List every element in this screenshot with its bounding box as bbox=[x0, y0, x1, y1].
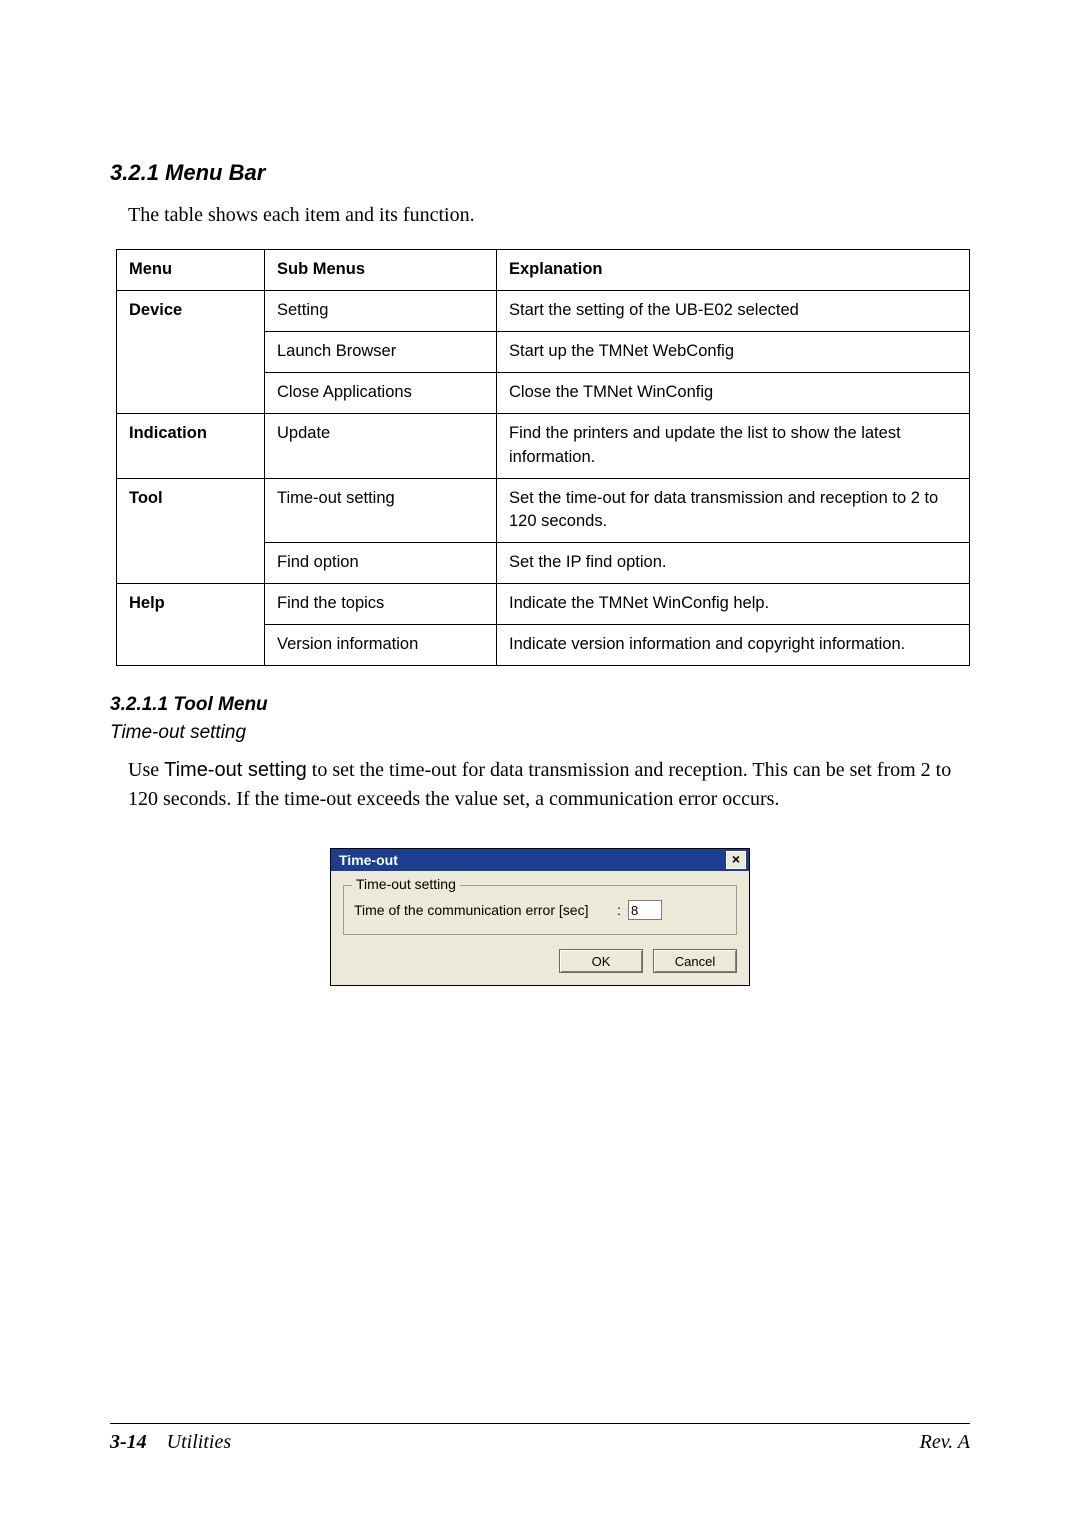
footer-section: Utilities bbox=[167, 1431, 231, 1453]
cell-menu: Tool bbox=[117, 478, 265, 584]
section-heading: 3.2.1 Menu Bar bbox=[110, 160, 970, 186]
cell-exp: Indicate the TMNet WinConfig help. bbox=[497, 584, 970, 625]
dialog-body: Time-out setting Time of the communicati… bbox=[331, 871, 749, 985]
fieldset-legend: Time-out setting bbox=[352, 876, 460, 892]
subsection-heading: 3.2.1.1 Tool Menu bbox=[110, 694, 970, 716]
menu-bar-table: Menu Sub Menus Explanation Device Settin… bbox=[116, 249, 970, 666]
footer-page-number: 3-14 bbox=[110, 1431, 147, 1453]
th-exp: Explanation bbox=[497, 250, 970, 291]
field-label: Time of the communication error [sec] bbox=[354, 902, 610, 918]
table-row: Help Find the topics Indicate the TMNet … bbox=[117, 584, 970, 625]
dialog-titlebar: Time-out × bbox=[331, 849, 749, 871]
timeout-fieldset: Time-out setting Time of the communicati… bbox=[343, 885, 737, 935]
cell-menu: Device bbox=[117, 290, 265, 413]
table-header-row: Menu Sub Menus Explanation bbox=[117, 250, 970, 291]
cell-sub: Find the topics bbox=[265, 584, 497, 625]
para-term: Time-out setting bbox=[164, 759, 307, 781]
timeout-dialog: Time-out × Time-out setting Time of the … bbox=[330, 848, 750, 986]
cell-exp: Close the TMNet WinConfig bbox=[497, 372, 970, 413]
th-sub: Sub Menus bbox=[265, 250, 497, 291]
timeout-input[interactable] bbox=[628, 900, 662, 920]
dialog-title: Time-out bbox=[339, 852, 398, 868]
cell-exp: Indicate version information and copyrig… bbox=[497, 625, 970, 666]
cell-sub: Setting bbox=[265, 290, 497, 331]
cancel-button[interactable]: Cancel bbox=[653, 949, 737, 973]
table-row: Tool Time-out setting Set the time-out f… bbox=[117, 478, 970, 543]
cell-exp: Start up the TMNet WebConfig bbox=[497, 331, 970, 372]
cell-sub: Time-out setting bbox=[265, 478, 497, 543]
footer-rule bbox=[110, 1423, 970, 1424]
field-row: Time of the communication error [sec] : bbox=[354, 900, 726, 920]
cell-menu: Help bbox=[117, 584, 265, 666]
table-row: Indication Update Find the printers and … bbox=[117, 413, 970, 478]
cell-menu: Indication bbox=[117, 413, 265, 478]
cell-sub: Update bbox=[265, 413, 497, 478]
cell-sub: Find option bbox=[265, 543, 497, 584]
field-colon: : bbox=[616, 902, 622, 918]
footer-rev: Rev. A bbox=[920, 1431, 970, 1454]
ok-button[interactable]: OK bbox=[559, 949, 643, 973]
para-pre: Use bbox=[128, 759, 164, 781]
subsub-heading: Time-out setting bbox=[110, 722, 970, 744]
timeout-paragraph: Use Time-out setting to set the time-out… bbox=[128, 756, 968, 814]
cell-exp: Find the printers and update the list to… bbox=[497, 413, 970, 478]
intro-text: The table shows each item and its functi… bbox=[128, 204, 970, 227]
cell-exp: Set the IP find option. bbox=[497, 543, 970, 584]
page: 3.2.1 Menu Bar The table shows each item… bbox=[0, 0, 1080, 1528]
th-menu: Menu bbox=[117, 250, 265, 291]
cell-exp: Start the setting of the UB-E02 selected bbox=[497, 290, 970, 331]
footer-left: 3-14 Utilities bbox=[110, 1431, 231, 1454]
page-footer: 3-14 Utilities Rev. A bbox=[110, 1431, 970, 1454]
cell-sub: Launch Browser bbox=[265, 331, 497, 372]
dialog-buttons: OK Cancel bbox=[343, 949, 737, 973]
cell-exp: Set the time-out for data transmission a… bbox=[497, 478, 970, 543]
cell-sub: Close Applications bbox=[265, 372, 497, 413]
table-row: Device Setting Start the setting of the … bbox=[117, 290, 970, 331]
cell-sub: Version information bbox=[265, 625, 497, 666]
close-icon[interactable]: × bbox=[726, 851, 746, 869]
